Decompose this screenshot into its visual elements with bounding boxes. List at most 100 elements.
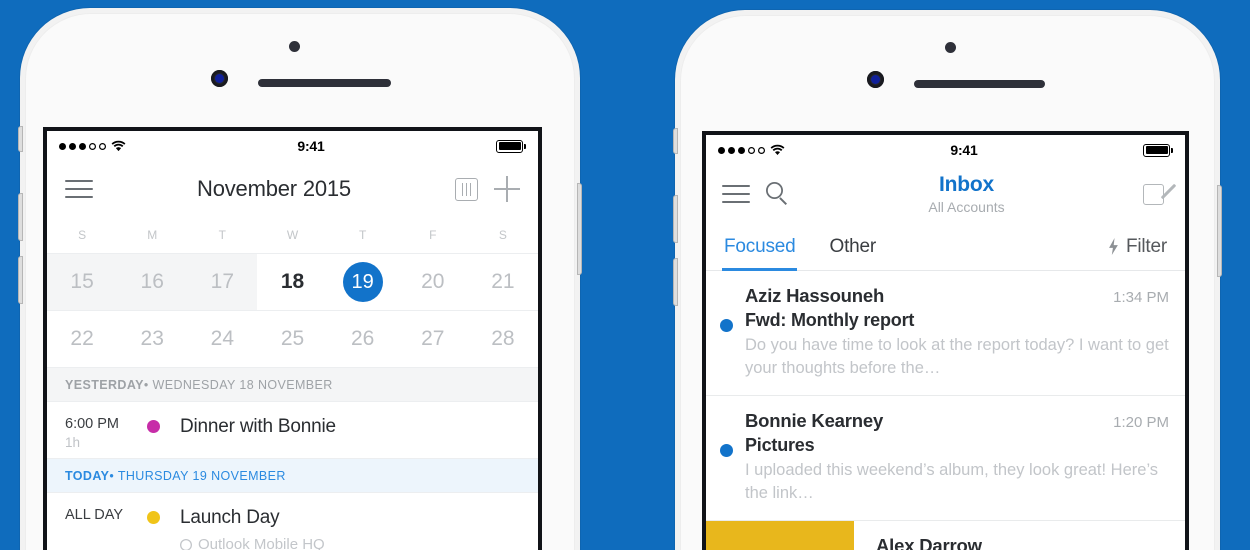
event-start-time: ALL DAY	[65, 507, 124, 523]
mail-title-block[interactable]: Inbox All Accounts	[790, 173, 1143, 215]
silence-switch[interactable]	[673, 128, 678, 154]
volume-down-button[interactable]	[673, 258, 678, 306]
volume-up-button[interactable]	[673, 195, 678, 243]
event-location-label: Outlook Mobile HQ	[198, 536, 325, 550]
power-button[interactable]	[577, 183, 582, 275]
mail-toolbar: Inbox All Accounts	[706, 165, 1185, 223]
hamburger-icon[interactable]	[65, 180, 93, 198]
section-label-bold: TODAY	[65, 468, 110, 483]
front-camera-icon	[211, 70, 228, 87]
unread-indicator-icon	[720, 319, 733, 332]
swipe-schedule-action[interactable]	[706, 520, 854, 550]
proximity-sensor-icon	[945, 42, 956, 53]
earpiece-speaker	[914, 80, 1045, 88]
weekday-label: S	[78, 228, 87, 242]
event-title: Dinner with Bonnie	[180, 416, 336, 437]
weekday-label: M	[147, 228, 158, 242]
mail-sender: Alex Darrow	[876, 534, 982, 550]
calendar-day-cell[interactable]: 15	[47, 254, 118, 310]
calendar-phone-bezel: 9:41 November 2015 S M T W T F S 15 16 1…	[25, 13, 575, 550]
mail-preview: Do you have time to look at the report t…	[745, 336, 1169, 378]
event-color-dot-icon	[147, 420, 160, 433]
wifi-icon	[111, 140, 126, 151]
wifi-icon	[770, 144, 785, 155]
volume-down-button[interactable]	[18, 256, 23, 304]
event-color-dot-icon	[147, 511, 160, 524]
calendar-day-cell[interactable]: 20	[398, 254, 468, 310]
mail-sender: Aziz Hassouneh	[745, 285, 885, 306]
tab-focused[interactable]: Focused	[721, 223, 798, 271]
calendar-day-cell[interactable]: 16	[117, 254, 188, 310]
mail-item-header: Aziz Hassouneh 1:34 PM	[745, 285, 1169, 307]
calendar-day-cell[interactable]: 24	[187, 311, 257, 367]
mail-list-item[interactable]: Bonnie Kearney 1:20 PM Pictures I upload…	[706, 395, 1185, 521]
event-location: Outlook Mobile HQ	[180, 536, 325, 550]
proximity-sensor-icon	[289, 41, 300, 52]
agenda-event-row[interactable]: 6:00 PM 1h Dinner with Bonnie	[47, 401, 538, 458]
mail-item-body: Aziz Hassouneh 1:34 PM Fwd: Monthly repo…	[745, 285, 1169, 381]
calendar-day-cell[interactable]: 23	[117, 311, 187, 367]
agenda-section-header-yesterday: YESTERDAY • WEDNESDAY 18 NOVEMBER	[47, 367, 538, 401]
lightning-bolt-icon	[1109, 238, 1118, 255]
event-duration: 1h	[65, 435, 81, 450]
calendar-day-cell-selected[interactable]: 19	[328, 254, 398, 310]
signal-strength-icon	[59, 142, 106, 150]
mailbox-subtitle: All Accounts	[928, 199, 1005, 215]
calendar-toolbar: November 2015	[47, 161, 538, 217]
mail-timestamp: 1:34 PM	[1113, 289, 1169, 306]
mail-preview: I uploaded this weekend’s album, they lo…	[745, 460, 1159, 503]
tab-other[interactable]: Other	[829, 223, 876, 271]
status-left	[718, 144, 785, 156]
mailbox-title: Inbox	[939, 173, 994, 196]
mail-subject: Fwd: Monthly report	[745, 310, 915, 330]
calendar-day-cell[interactable]: 27	[398, 311, 468, 367]
mail-subject: Pictures	[745, 434, 815, 455]
battery-icon	[1143, 143, 1173, 157]
battery-icon	[496, 139, 526, 153]
power-button[interactable]	[1217, 185, 1222, 277]
silence-switch[interactable]	[18, 126, 23, 152]
mail-list-item[interactable]: Aziz Hassouneh 1:34 PM Fwd: Monthly repo…	[706, 271, 1185, 396]
section-label-rest: • THURSDAY 19 NOVEMBER	[109, 468, 286, 483]
calendar-day-cell[interactable]: 25	[257, 311, 327, 367]
status-time: 9:41	[950, 142, 978, 158]
calendar-day-cell[interactable]: 22	[47, 311, 117, 367]
section-label-bold: YESTERDAY	[65, 377, 144, 392]
search-icon[interactable]	[766, 182, 790, 206]
hamburger-icon[interactable]	[722, 185, 750, 203]
mail-phone-bezel: 9:41 Inbox All Accounts Focused Other Fi…	[680, 15, 1215, 550]
calendar-day-cell[interactable]: 26	[328, 311, 398, 367]
mail-screen: 9:41 Inbox All Accounts Focused Other Fi…	[702, 131, 1189, 550]
filter-button[interactable]: Filter	[1108, 236, 1167, 258]
signal-strength-icon	[718, 146, 765, 154]
status-time: 9:41	[297, 138, 325, 154]
event-details: Dinner with Bonnie	[180, 416, 336, 450]
calendar-tool-group	[455, 176, 520, 202]
calendar-status-bar: 9:41	[47, 131, 538, 161]
calendar-day-cell[interactable]: 28	[468, 311, 538, 367]
volume-up-button[interactable]	[18, 193, 23, 241]
calendar-month-title[interactable]: November 2015	[93, 176, 455, 202]
mail-status-bar: 9:41	[706, 135, 1185, 165]
mail-item-header: Bonnie Kearney 1:20 PM	[745, 410, 1169, 432]
plus-icon[interactable]	[494, 176, 520, 202]
weekday-label: S	[498, 228, 507, 242]
weekday-label: T	[218, 228, 227, 242]
event-title: Launch Day	[180, 507, 280, 528]
compose-icon[interactable]	[1143, 181, 1177, 207]
mail-list-item-swiped[interactable]: Alex Darrow Upcoming Design Review	[706, 520, 1185, 550]
calendar-day-cell[interactable]: 17	[187, 254, 258, 310]
mail-item-body: Bonnie Kearney 1:20 PM Pictures I upload…	[745, 410, 1169, 506]
agenda-section-header-today: TODAY • THURSDAY 19 NOVEMBER	[47, 458, 538, 492]
calendar-phone-device: 9:41 November 2015 S M T W T F S 15 16 1…	[18, 8, 582, 550]
weekday-label: W	[286, 228, 299, 242]
calendar-day-cell[interactable]: 21	[468, 254, 538, 310]
front-camera-icon	[867, 71, 884, 88]
agenda-event-row[interactable]: ALL DAY Launch Day Outlook Mobile HQ	[47, 492, 538, 550]
three-day-view-icon[interactable]	[455, 177, 478, 201]
earpiece-speaker	[258, 79, 391, 87]
status-left	[59, 140, 126, 152]
calendar-day-cell[interactable]: 18	[257, 254, 327, 310]
calendar-week-row: 15 16 17 18 19 20 21	[47, 253, 538, 310]
calendar-screen: 9:41 November 2015 S M T W T F S 15 16 1…	[43, 127, 542, 550]
